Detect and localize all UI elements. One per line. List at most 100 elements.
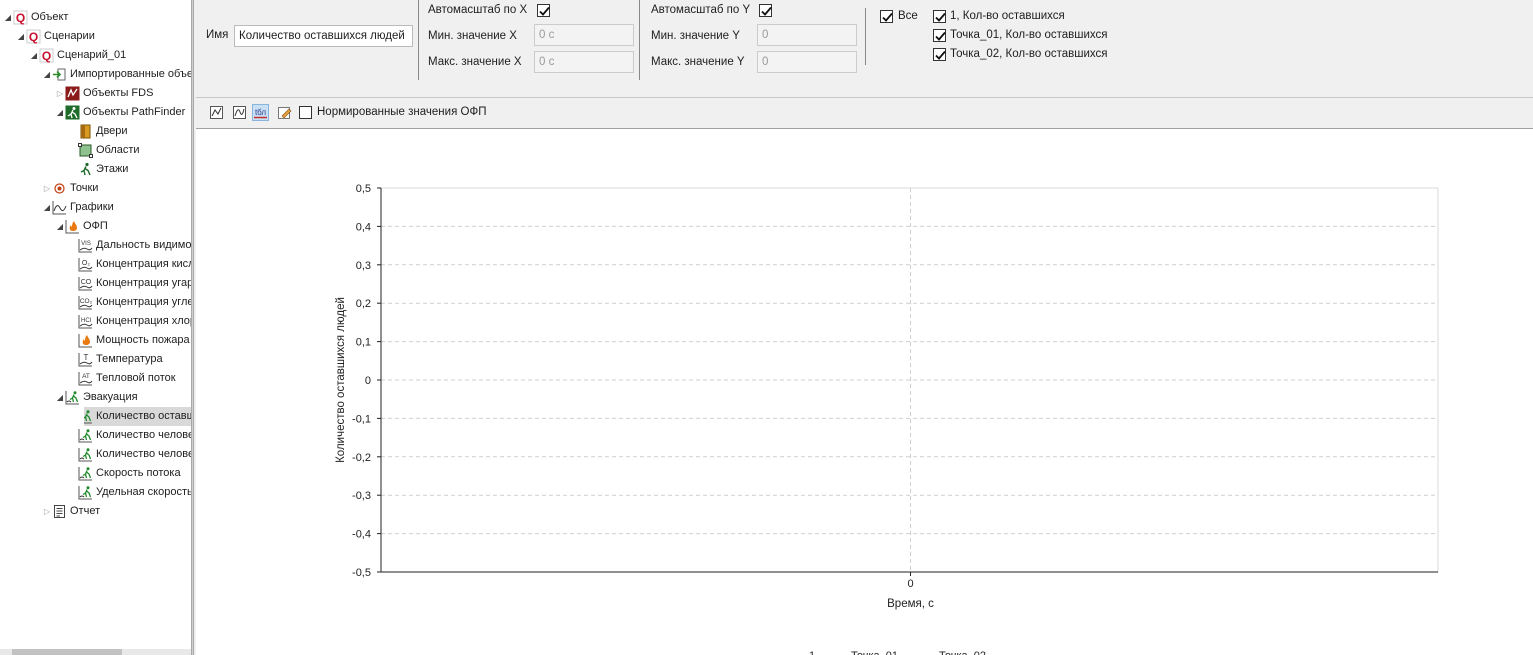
expand-arrow-icon[interactable]: ▷ (56, 84, 64, 103)
collapse-arrow-icon[interactable]: ◢ (4, 8, 12, 27)
svg-text:CO₂: CO₂ (80, 298, 93, 305)
svg-text:HCl: HCl (81, 318, 91, 324)
series-2-checkbox[interactable] (933, 29, 946, 42)
tree-node[interactable]: Мощность пожара (0, 331, 191, 350)
curve-chart-icon (233, 106, 246, 119)
object-tree[interactable]: ◢ Q Объект ◢ Q Сценарии ◢ Q Сценарий_01 ◢ Импортир… (0, 0, 191, 655)
series-2-label: Точка_01, Кол-во оставшихся (950, 29, 1108, 41)
tree-node[interactable]: ◢ Импортированные объе (0, 65, 191, 84)
q-icon: Q (13, 10, 28, 25)
tree-node[interactable]: Количество оставш (84, 407, 191, 426)
tree-node-label: Количество челове (96, 448, 191, 460)
max-y-input[interactable] (757, 51, 857, 73)
all-series-checkbox[interactable] (880, 10, 893, 23)
scrollbar-thumb[interactable] (12, 649, 122, 655)
min-x-label: Мин. значение X (428, 30, 517, 42)
vis-icon: VIS (78, 238, 93, 253)
tree-node-label: Сценарий_01 (57, 49, 127, 61)
q-icon: Q (39, 48, 54, 63)
import-icon (52, 67, 67, 82)
collapse-arrow-icon[interactable]: ◢ (56, 217, 64, 236)
expand-arrow-icon[interactable]: ▷ (43, 502, 51, 521)
report-icon (52, 504, 67, 519)
chart-toolbar: tбл Нормированные значения ОФП (196, 98, 1533, 129)
y-tick-label: -0,1 (352, 413, 371, 425)
tree-node[interactable]: ▷ Объекты FDS (0, 84, 191, 103)
tree-node[interactable]: Скорость потока (0, 464, 191, 483)
tree-node-label: Концентрация угар (96, 277, 191, 289)
tree-node[interactable]: VIS Дальность видимос (0, 236, 191, 255)
tree-node[interactable]: ▷ Точки (0, 179, 191, 198)
tree-node[interactable]: CO Концентрация угар (0, 274, 191, 293)
min-y-input[interactable] (757, 24, 857, 46)
tree-node[interactable]: Двери (0, 122, 191, 141)
collapse-arrow-icon[interactable]: ◢ (56, 388, 64, 407)
tree-node[interactable]: AT Тепловой поток (0, 369, 191, 388)
series-3-checkbox[interactable] (933, 48, 946, 61)
evac-graph-icon (84, 409, 93, 424)
tree-node[interactable]: ◢ ОФП (0, 217, 191, 236)
y-tick-label: 0,4 (356, 221, 371, 233)
tree-node-label: Удельная скорость (96, 486, 191, 498)
table-view-button[interactable]: tбл (252, 104, 269, 121)
legend-entry: Точка_01 (851, 650, 898, 655)
line-chart-button[interactable] (208, 104, 225, 121)
normalized-values-checkbox[interactable] (299, 106, 312, 119)
tree-node[interactable]: Количество челове (0, 426, 191, 445)
collapse-arrow-icon[interactable]: ◢ (43, 65, 51, 84)
autoscale-x-checkbox[interactable] (537, 4, 550, 17)
co-icon: CO (78, 276, 93, 291)
tree-node[interactable]: ◢ Графики (0, 198, 191, 217)
tree-node-label: ОФП (83, 220, 108, 232)
edit-button[interactable] (276, 104, 293, 121)
separator (865, 8, 866, 65)
collapse-arrow-icon[interactable]: ◢ (17, 27, 25, 46)
collapse-arrow-icon[interactable]: ◢ (30, 46, 38, 65)
tree-node[interactable]: ◢ Эвакуация (0, 388, 191, 407)
tree-node[interactable]: CO₂ Концентрация угле (0, 293, 191, 312)
tree-node[interactable]: ◢ Q Объект (0, 8, 191, 27)
curve-chart-button[interactable] (231, 104, 248, 121)
tree-node[interactable]: ◢ Объекты PathFinder (0, 103, 191, 122)
tree-node-label: Тепловой поток (96, 372, 176, 384)
tree-node[interactable]: HCl Концентрация хлор (0, 312, 191, 331)
svg-text:T: T (84, 353, 89, 362)
autoscale-y-checkbox[interactable] (759, 4, 772, 17)
collapse-arrow-icon[interactable]: ◢ (56, 103, 64, 122)
tree-node[interactable]: ▷ Отчет (0, 502, 191, 521)
expand-arrow-icon[interactable]: ▷ (43, 179, 51, 198)
tree-node[interactable]: O₂ Концентрация кисл (0, 255, 191, 274)
tree-node-label: Скорость потока (96, 467, 181, 479)
panel-splitter[interactable] (191, 0, 194, 655)
pencil-icon (278, 107, 292, 119)
y-tick-label: 0 (365, 375, 371, 387)
name-input[interactable] (234, 25, 413, 47)
tree-node[interactable]: Удельная скорость (0, 483, 191, 502)
chart[interactable]: 0,5 0,4 0,3 0,2 0,1 0 -0,1 -0,2 -0,3 -0,4 -0,5 0 Вре… (196, 129, 1533, 655)
o2-icon: O₂ (78, 257, 93, 272)
tree-node[interactable]: Этажи (0, 160, 191, 179)
tree-node[interactable]: Количество челове (0, 445, 191, 464)
tree-node[interactable]: T Температура (0, 350, 191, 369)
heat-icon: AT (78, 371, 93, 386)
series-1-checkbox[interactable] (933, 10, 946, 23)
tree-node[interactable]: ◢ Q Сценарии (0, 27, 191, 46)
check-icon (935, 12, 946, 22)
q-icon: Q (26, 29, 41, 44)
tree-node[interactable]: Области (0, 141, 191, 160)
max-x-input[interactable] (534, 51, 634, 73)
legend-entry: Точка_02 (939, 650, 986, 655)
separator (418, 0, 419, 80)
tree-horizontal-scrollbar[interactable] (0, 649, 191, 655)
min-y-label: Мин. значение Y (651, 30, 740, 42)
tree-node-label: Области (96, 144, 140, 156)
min-x-input[interactable] (534, 24, 634, 46)
tree-node-label: Мощность пожара (96, 334, 190, 346)
tree-node[interactable]: ◢ Q Сценарий_01 (0, 46, 191, 65)
evac-graph-icon (78, 466, 93, 481)
area-icon (78, 143, 93, 158)
y-tick-label: -0,5 (352, 567, 371, 579)
collapse-arrow-icon[interactable]: ◢ (43, 198, 51, 217)
tree-node-label: Этажи (96, 163, 129, 175)
series-1-label: 1, Кол-во оставшихся (950, 10, 1065, 22)
